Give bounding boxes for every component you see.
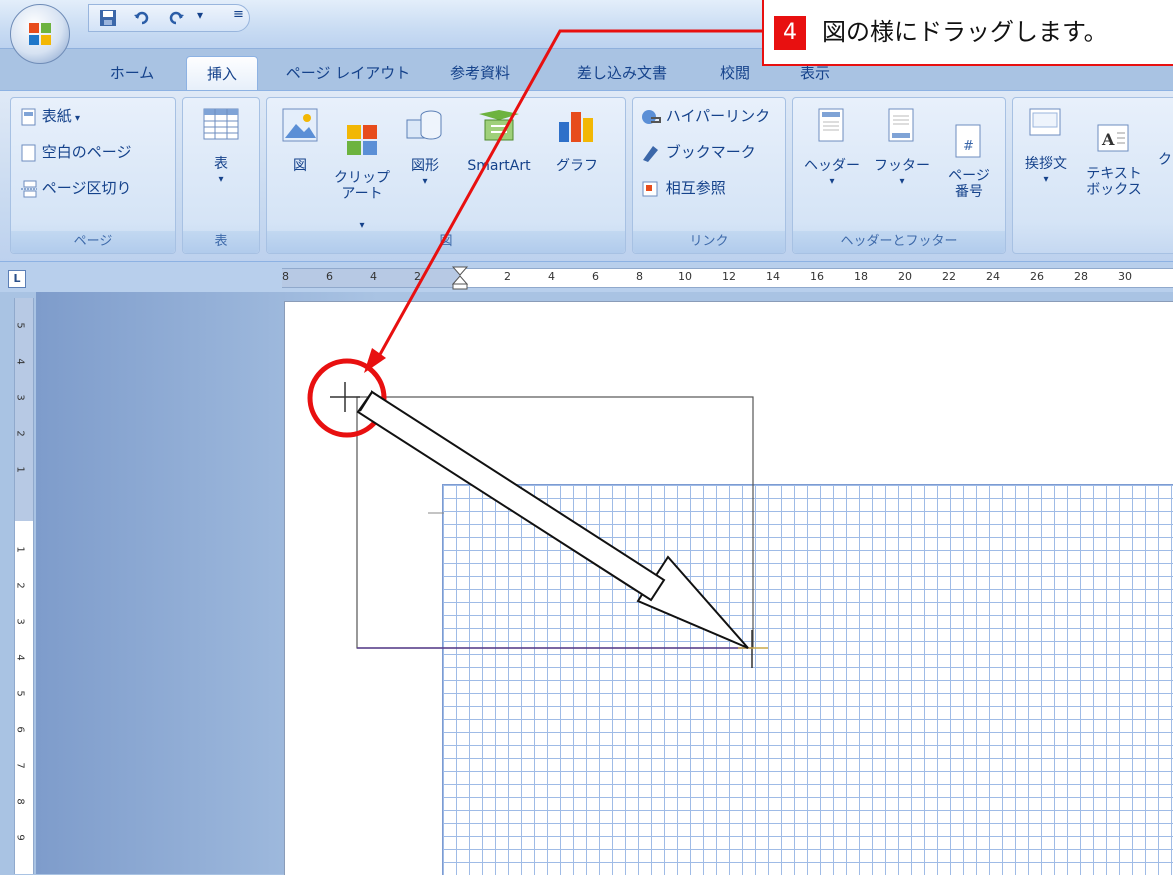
step-number-badge: 4 xyxy=(774,16,806,50)
instruction-text: 図の様にドラッグします。 xyxy=(822,18,1108,46)
callout-leader-line xyxy=(376,29,762,359)
office-button[interactable] xyxy=(10,4,70,64)
instruction-callout: 4 図の様にドラッグします。 xyxy=(762,0,1173,66)
office-logo-icon xyxy=(29,23,51,45)
annotation-overlay xyxy=(307,29,768,668)
crosshair-start-icon xyxy=(330,382,360,412)
